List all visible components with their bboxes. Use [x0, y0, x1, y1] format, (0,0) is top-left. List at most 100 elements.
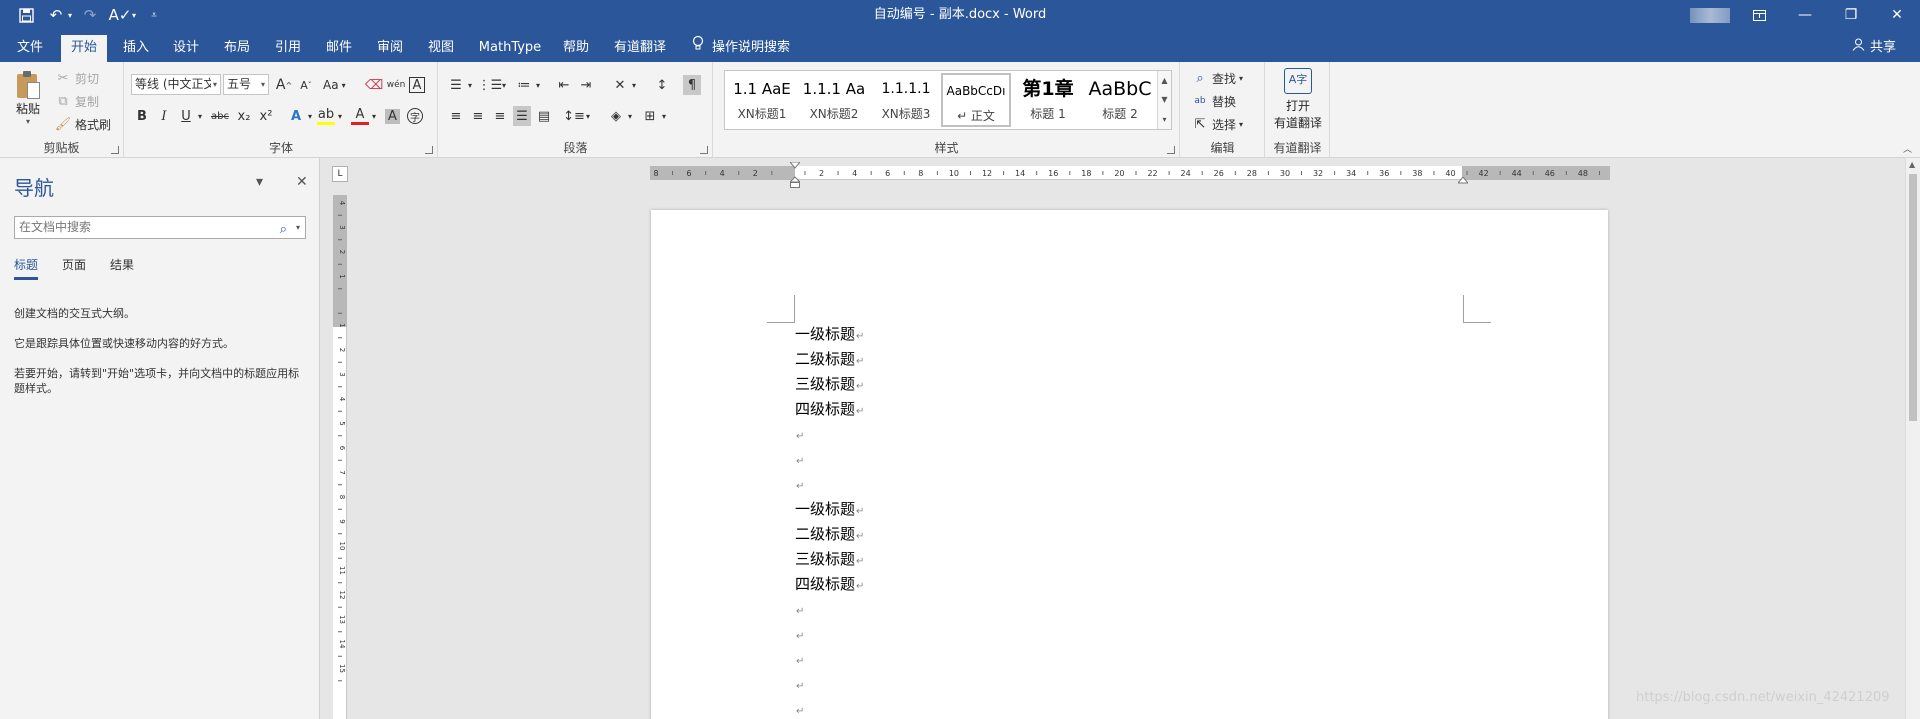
shrink-font-button[interactable]: Aˇ	[297, 75, 315, 95]
text-effects-button[interactable]: A ▾	[287, 106, 312, 126]
borders-button[interactable]: ⊞ ▾	[641, 106, 666, 126]
shading-button[interactable]: ◈ ▾	[607, 106, 632, 126]
italic-button[interactable]: I	[155, 106, 173, 126]
user-avatar[interactable]	[1690, 8, 1730, 23]
right-indent-marker-icon[interactable]	[1456, 174, 1470, 184]
document-paragraph[interactable]: ↵	[795, 424, 804, 445]
tab-review[interactable]: 审阅	[370, 35, 410, 62]
styles-gallery-scroll[interactable]: ▲ ▼ ▾	[1157, 71, 1171, 129]
nav-tab-results[interactable]: 结果	[110, 256, 134, 280]
highlight-button[interactable]: ab ▾	[317, 106, 342, 126]
document-paragraph[interactable]: 四级标题↵	[795, 574, 864, 595]
tab-references[interactable]: 引用	[268, 35, 308, 62]
tab-help[interactable]: 帮助	[556, 35, 596, 62]
grow-font-button[interactable]: A ^	[275, 75, 293, 95]
copy-button[interactable]: ⧉ 复制	[54, 91, 99, 111]
restore-icon[interactable]: ❐	[1828, 0, 1874, 30]
document-paragraph[interactable]: ↵	[795, 599, 804, 620]
sort-button[interactable]: ↕	[653, 75, 671, 95]
nav-close-icon[interactable]: ✕	[296, 174, 308, 190]
document-paragraph[interactable]: ↵	[795, 474, 804, 495]
spelling-dropdown-icon[interactable]: ▾	[132, 11, 136, 20]
search-icon[interactable]: ⌕	[280, 219, 287, 240]
line-spacing-button[interactable]: ↕≡ ▾	[563, 106, 590, 126]
tab-selector[interactable]: L	[332, 166, 348, 182]
style-xn-heading-3[interactable]: 1.1.1.1 XN标题3	[871, 73, 941, 127]
bold-button[interactable]: B	[133, 106, 151, 126]
tab-mathtype[interactable]: MathType	[474, 35, 546, 62]
undo-icon[interactable]: ↶	[44, 3, 68, 27]
document-paragraph[interactable]: ↵	[795, 699, 804, 719]
chinese-layout-button[interactable]: ✕ ▾	[611, 75, 636, 95]
cut-button[interactable]: ✂ 剪切	[54, 68, 99, 88]
document-paragraph[interactable]: 三级标题↵	[795, 549, 864, 570]
minimize-icon[interactable]: —	[1782, 0, 1828, 30]
ribbon-display-options-icon[interactable]	[1736, 0, 1782, 30]
chevron-down-icon[interactable]: ▼	[1161, 95, 1167, 104]
redo-icon[interactable]: ↷	[78, 3, 102, 27]
collapse-ribbon-icon[interactable]: ︿	[1903, 142, 1912, 155]
enclose-characters-button[interactable]: 字	[407, 106, 423, 126]
tab-design[interactable]: 设计	[166, 35, 206, 62]
indent-marker-icon[interactable]	[788, 161, 802, 188]
underline-button[interactable]: U ▾	[177, 106, 202, 126]
align-right-button[interactable]: ≡	[491, 106, 509, 126]
more-styles-icon[interactable]: ▾	[1162, 115, 1166, 124]
document-paragraph[interactable]: 四级标题↵	[795, 399, 864, 420]
style-heading-1[interactable]: 第1章 标题 1	[1013, 73, 1083, 127]
paste-dropdown-icon[interactable]: ▾	[8, 117, 48, 126]
superscript-button[interactable]: x²	[257, 106, 275, 126]
replace-button[interactable]: ab 替换	[1191, 91, 1236, 111]
format-painter-button[interactable]: 🖌 格式刷	[54, 114, 111, 134]
chevron-down-icon[interactable]: ▾	[296, 217, 300, 238]
document-paragraph[interactable]: ↵	[795, 624, 804, 645]
tab-home[interactable]: 开始	[61, 35, 107, 62]
undo-dropdown-icon[interactable]: ▾	[68, 11, 72, 20]
styles-launcher-icon[interactable]	[1167, 146, 1175, 154]
close-icon[interactable]: ✕	[1874, 0, 1920, 30]
decrease-indent-button[interactable]: ⇤	[555, 75, 573, 95]
spelling-icon[interactable]: A✓	[108, 3, 132, 27]
document-paragraph[interactable]: ↵	[795, 674, 804, 695]
clear-formatting-button[interactable]: ⌫	[365, 75, 383, 95]
increase-indent-button[interactable]: ⇥	[577, 75, 595, 95]
distributed-button[interactable]: ▤	[535, 106, 553, 126]
subscript-button[interactable]: x₂	[235, 106, 253, 126]
tab-youdao[interactable]: 有道翻译	[609, 35, 671, 62]
character-shading-button[interactable]: A	[385, 106, 400, 126]
clipboard-launcher-icon[interactable]	[111, 146, 119, 154]
style-heading-2[interactable]: AaBbC 标题 2	[1085, 73, 1155, 127]
scrollbar-thumb[interactable]	[1909, 174, 1917, 421]
numbering-button[interactable]: ⋮☰ ▾	[478, 75, 506, 95]
justify-button[interactable]: ☰	[513, 106, 531, 126]
nav-tab-pages[interactable]: 页面	[62, 256, 86, 280]
chevron-up-icon[interactable]: ▲	[1161, 76, 1167, 85]
save-icon[interactable]	[14, 3, 38, 27]
nav-options-icon[interactable]: ▾	[256, 174, 263, 190]
font-color-button[interactable]: A ▾	[351, 106, 376, 126]
change-case-button[interactable]: Aa ▾	[323, 75, 346, 95]
bullets-button[interactable]: ☰ ▾	[447, 75, 472, 95]
paragraph-launcher-icon[interactable]	[700, 146, 708, 154]
share-button[interactable]: 共享	[1852, 35, 1896, 60]
tell-me-search[interactable]: 操作说明搜索	[692, 35, 790, 60]
style-normal[interactable]: AaBbCcDı ↵ 正文	[941, 73, 1011, 127]
nav-search-input[interactable]: 在文档中搜索 ⌕ ▾	[14, 216, 306, 239]
document-paragraph[interactable]: 二级标题↵	[795, 349, 864, 370]
tab-mailings[interactable]: 邮件	[319, 35, 359, 62]
select-button[interactable]: ⇱ 选择 ▾	[1191, 114, 1243, 134]
document-paragraph[interactable]: 一级标题↵	[795, 499, 864, 520]
tab-file[interactable]: 文件	[12, 35, 48, 62]
align-left-button[interactable]: ≡	[447, 106, 465, 126]
multilevel-list-button[interactable]: ≔ ▾	[515, 75, 541, 95]
character-border-button[interactable]: A	[409, 75, 425, 95]
font-size-combo[interactable]: 五号 ▾	[223, 74, 269, 95]
document-paragraph[interactable]: ↵	[795, 649, 804, 670]
vertical-scrollbar[interactable]: ▲	[1905, 158, 1920, 719]
document-paragraph[interactable]: 三级标题↵	[795, 374, 864, 395]
tab-layout[interactable]: 布局	[217, 35, 257, 62]
style-xn-heading-2[interactable]: 1.1.1 Aa XN标题2	[799, 73, 869, 127]
document-paragraph[interactable]: 一级标题↵	[795, 324, 864, 345]
align-center-button[interactable]: ≡	[469, 106, 487, 126]
customize-qat-icon[interactable]: ⩡	[142, 3, 166, 27]
